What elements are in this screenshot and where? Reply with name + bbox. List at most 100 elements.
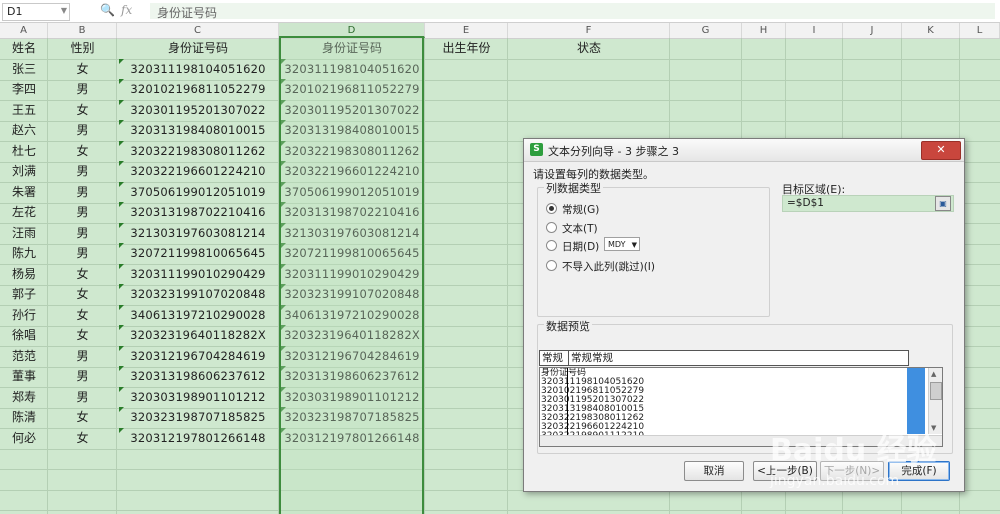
name-cell[interactable]: 王五 — [0, 100, 48, 121]
gender-cell[interactable]: 男 — [48, 346, 117, 367]
formula-input[interactable]: 身份证号码 — [150, 3, 995, 20]
id-number-cell[interactable]: 321303197603081214 — [117, 223, 279, 244]
name-cell[interactable]: 郑寿 — [0, 387, 48, 408]
gender-cell[interactable]: 男 — [48, 223, 117, 244]
gender-cell[interactable]: 男 — [48, 387, 117, 408]
column-header-d[interactable]: D — [279, 23, 425, 38]
column-header-k[interactable]: K — [902, 23, 960, 38]
name-cell[interactable]: 赵六 — [0, 120, 48, 141]
header-row[interactable]: 姓名 性别 身份证号码 身份证号码 出生年份 状态 — [0, 38, 1000, 60]
preview-header[interactable]: 常规 常规常规 — [539, 350, 909, 366]
id-number-cell[interactable]: 320323199107020848 — [117, 284, 279, 305]
gender-cell[interactable]: 女 — [48, 141, 117, 162]
chevron-down-icon[interactable]: ▼ — [632, 238, 637, 252]
column-header-l[interactable]: L — [960, 23, 1000, 38]
gender-cell[interactable]: 女 — [48, 305, 117, 326]
table-row[interactable] — [0, 489, 1000, 511]
id-number-cell[interactable]: 370506199012051019 — [117, 182, 279, 203]
dialog-titlebar[interactable]: S 文本分列向导 - 3 步骤之 3 ✕ — [524, 139, 964, 162]
column-header-b[interactable]: B — [48, 23, 117, 38]
name-cell[interactable]: 何必 — [0, 428, 48, 449]
id-number-cell[interactable]: 320312196704284619 — [117, 346, 279, 367]
radio-icon[interactable] — [546, 260, 557, 271]
id-number-cell[interactable]: 320303198901101212 — [117, 387, 279, 408]
column-header-a[interactable]: A — [0, 23, 48, 38]
name-cell[interactable]: 张三 — [0, 59, 48, 80]
name-cell[interactable]: 杜七 — [0, 141, 48, 162]
id-number-cell[interactable]: 340613197210290028 — [117, 305, 279, 326]
name-cell[interactable]: 左花 — [0, 202, 48, 223]
column-header-c[interactable]: C — [117, 23, 279, 38]
function-icon[interactable]: fx — [121, 3, 132, 17]
id-number-cell[interactable]: 320322198308011262 — [117, 141, 279, 162]
id-number-cell[interactable]: 320322196601224210 — [117, 161, 279, 182]
name-cell[interactable]: 汪雨 — [0, 223, 48, 244]
gender-cell[interactable]: 男 — [48, 120, 117, 141]
column-title[interactable]: 身份证号码 — [117, 38, 279, 59]
gender-cell[interactable]: 女 — [48, 264, 117, 285]
table-row[interactable]: 张三女 320311198104051620 320311198104051620 — [0, 59, 1000, 81]
column-header-h[interactable]: H — [742, 23, 786, 38]
column-header-f[interactable]: F — [508, 23, 670, 38]
cancel-button[interactable]: 取消 — [684, 461, 744, 481]
gender-cell[interactable]: 女 — [48, 284, 117, 305]
name-cell[interactable]: 郭子 — [0, 284, 48, 305]
gender-cell[interactable]: 男 — [48, 202, 117, 223]
gender-cell[interactable]: 男 — [48, 161, 117, 182]
name-cell[interactable]: 孙行 — [0, 305, 48, 326]
gender-cell[interactable]: 女 — [48, 428, 117, 449]
gender-cell[interactable]: 男 — [48, 182, 117, 203]
column-title[interactable]: 姓名 — [0, 38, 48, 59]
column-header-j[interactable]: J — [843, 23, 902, 38]
id-number-cell[interactable]: 320313198408010015 — [117, 120, 279, 141]
id-number-cell[interactable]: 320301195201307022 — [117, 100, 279, 121]
radio-icon[interactable] — [546, 222, 557, 233]
formula-value: 身份证号码 — [157, 6, 218, 20]
table-row[interactable]: 王五女 320301195201307022 320301195201307022 — [0, 100, 1000, 122]
column-header-e[interactable]: E — [425, 23, 508, 38]
id-number-cell[interactable]: 320721199810065645 — [117, 243, 279, 264]
close-button[interactable]: ✕ — [921, 141, 961, 160]
id-number-cell[interactable]: 32032319640118282X — [117, 325, 279, 346]
id-number-cell[interactable]: 320313198606237612 — [117, 366, 279, 387]
name-cell[interactable]: 董事 — [0, 366, 48, 387]
date-format-select[interactable]: MDY ▼ — [604, 237, 640, 251]
radio-selected-icon[interactable] — [546, 203, 557, 214]
range-picker-icon[interactable]: ▣ — [935, 196, 951, 211]
name-cell[interactable]: 杨易 — [0, 264, 48, 285]
gender-cell[interactable]: 女 — [48, 59, 117, 80]
name-cell[interactable]: 徐唱 — [0, 325, 48, 346]
name-cell[interactable]: 朱署 — [0, 182, 48, 203]
scroll-up-icon[interactable]: ▲ — [931, 370, 936, 378]
id-number-cell[interactable]: 320312197801266148 — [117, 428, 279, 449]
name-cell[interactable]: 范范 — [0, 346, 48, 367]
name-cell[interactable]: 刘满 — [0, 161, 48, 182]
column-header-g[interactable]: G — [670, 23, 742, 38]
id-number-cell[interactable]: 320311198104051620 — [117, 59, 279, 80]
table-row[interactable]: 李四男 320102196811052279 320102196811052279 — [0, 79, 1000, 101]
scrollbar-thumb[interactable] — [930, 382, 942, 400]
gender-cell[interactable]: 男 — [48, 243, 117, 264]
target-area-input[interactable]: =$D$1 — [782, 195, 954, 212]
column-title[interactable]: 出生年份 — [425, 38, 508, 59]
name-cell[interactable]: 陈清 — [0, 407, 48, 428]
column-title[interactable]: 性别 — [48, 38, 117, 59]
text-format-marker-icon — [119, 202, 124, 207]
chevron-down-icon[interactable]: ▼ — [61, 6, 67, 15]
name-box[interactable]: D1 ▼ — [2, 3, 70, 21]
gender-cell[interactable]: 女 — [48, 407, 117, 428]
column-header-i[interactable]: I — [786, 23, 843, 38]
name-cell[interactable]: 李四 — [0, 79, 48, 100]
id-number-cell[interactable]: 320102196811052279 — [117, 79, 279, 100]
gender-cell[interactable]: 女 — [48, 325, 117, 346]
id-number-cell[interactable]: 320323198707185825 — [117, 407, 279, 428]
name-cell[interactable]: 陈九 — [0, 243, 48, 264]
gender-cell[interactable]: 男 — [48, 79, 117, 100]
column-title[interactable]: 状态 — [508, 38, 670, 59]
zoom-icon[interactable]: 🔍 — [100, 3, 115, 17]
radio-icon[interactable] — [546, 240, 557, 251]
id-number-cell[interactable]: 320311199010290429 — [117, 264, 279, 285]
gender-cell[interactable]: 女 — [48, 100, 117, 121]
id-number-cell[interactable]: 320313198702210416 — [117, 202, 279, 223]
gender-cell[interactable]: 男 — [48, 366, 117, 387]
